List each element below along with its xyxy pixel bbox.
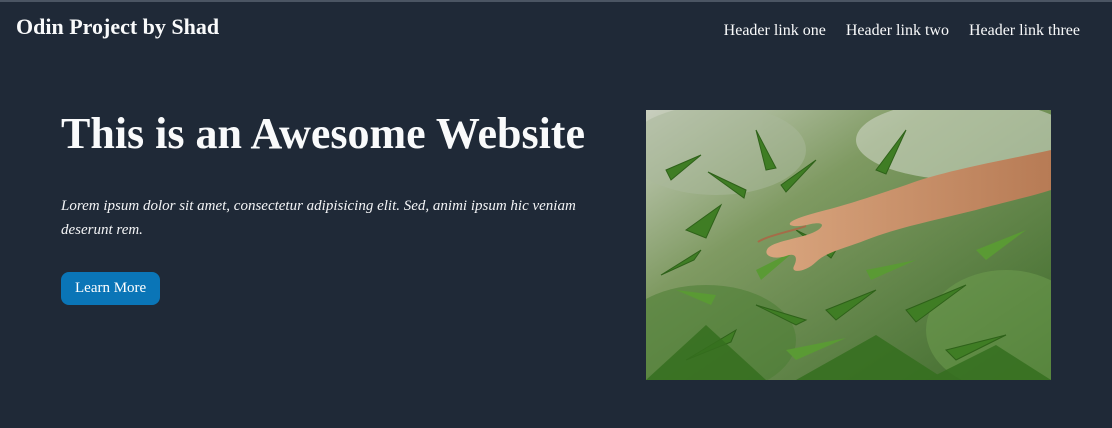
site-header: Odin Project by Shad Header link one Hea… xyxy=(0,2,1112,62)
cannabis-plant-photo-icon xyxy=(646,110,1051,380)
landing-page: Odin Project by Shad Header link one Hea… xyxy=(0,0,1112,428)
hero-title: This is an Awesome Website xyxy=(61,109,585,158)
hero-text: This is an Awesome Website Lorem ipsum d… xyxy=(61,108,591,305)
header-link-three[interactable]: Header link three xyxy=(969,22,1080,40)
learn-more-button[interactable]: Learn More xyxy=(61,272,161,305)
header-link-two[interactable]: Header link two xyxy=(846,22,949,40)
header-nav: Header link one Header link two Header l… xyxy=(724,22,1080,40)
hero-image xyxy=(646,110,1051,380)
site-title: Odin Project by Shad xyxy=(16,14,220,39)
hero-description: Lorem ipsum dolor sit amet, consectetur … xyxy=(61,198,576,238)
header-link-one[interactable]: Header link one xyxy=(724,22,826,40)
